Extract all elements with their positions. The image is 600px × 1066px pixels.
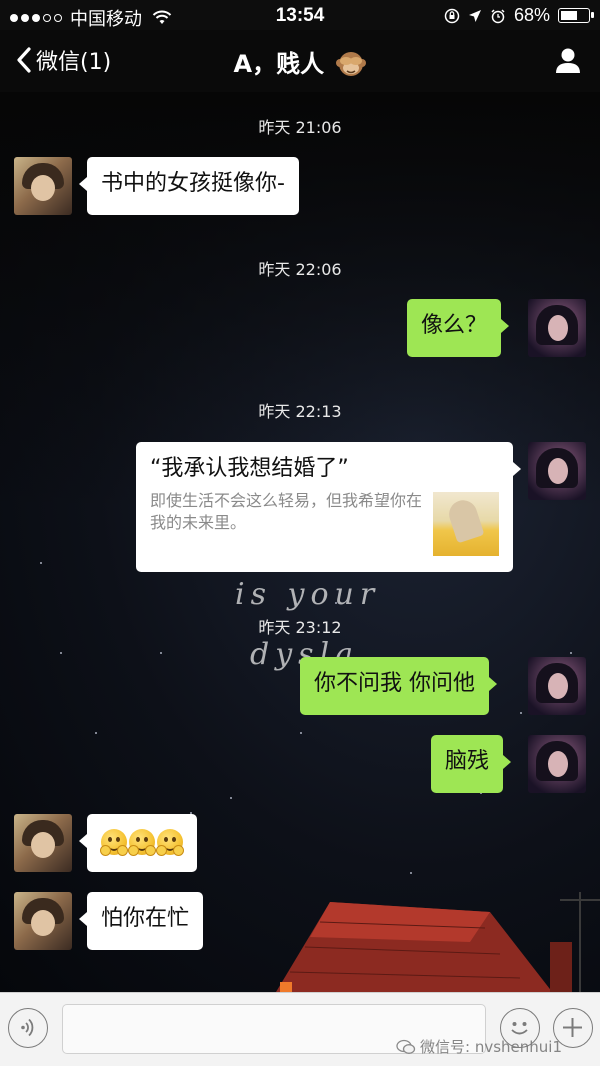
my-avatar[interactable] <box>528 657 586 715</box>
voice-icon <box>21 1018 34 1037</box>
alarm-icon <box>491 8 505 23</box>
hugging-face-emoji-icon <box>156 829 184 856</box>
message-timestamp: 昨天 22:13 <box>258 402 342 421</box>
contact-avatar[interactable] <box>14 814 72 872</box>
nav-bar: 微信(1) A，贱人 <box>0 30 600 92</box>
article-thumbnail <box>433 492 499 556</box>
chat-messages[interactable]: is your dysla 昨天 21:06 书中的女孩挺像你- 昨天 22:0… <box>0 92 600 992</box>
person-icon <box>556 48 580 73</box>
sent-message-bubble[interactable]: 脑残 <box>431 735 512 793</box>
status-bar: 中国移动 13:54 68% <box>0 0 600 30</box>
location-icon <box>468 9 481 22</box>
chat-title-text: A，贱人 <box>233 50 325 78</box>
status-right: 68% <box>444 5 594 26</box>
background-handwriting-1: is your <box>235 577 381 612</box>
contact-profile-button[interactable] <box>554 46 582 78</box>
received-message-bubble[interactable]: 怕你在忙 <box>78 892 204 950</box>
battery-percent: 68% <box>513 5 550 25</box>
sent-message-bubble[interactable]: 像么？ <box>407 299 510 357</box>
contact-avatar[interactable] <box>14 892 72 950</box>
see-no-evil-monkey-icon <box>336 50 367 78</box>
background-house <box>276 892 600 992</box>
my-avatar[interactable] <box>528 442 586 500</box>
shared-article-card[interactable]: “我承认我想结婚了” 即使生活不会这么轻易，但我希望你在我的未来里。 <box>136 442 521 572</box>
rotation-lock-icon <box>444 8 460 23</box>
article-description: 即使生活不会这么轻易，但我希望你在我的未来里。 <box>150 491 423 532</box>
my-avatar[interactable] <box>528 299 586 357</box>
chat-title: A，贱人 <box>0 44 600 79</box>
message-timestamp: 昨天 23:12 <box>258 618 342 637</box>
hugging-face-emoji-icon <box>100 829 128 856</box>
wechat-logo-icon <box>396 1039 416 1054</box>
message-timestamp: 昨天 22:06 <box>258 260 342 279</box>
my-avatar[interactable] <box>528 735 586 793</box>
sent-message-bubble[interactable]: 你不问我 你问他 <box>300 657 497 715</box>
hugging-face-emoji-icon <box>128 829 156 856</box>
voice-input-button[interactable] <box>8 1008 48 1048</box>
message-timestamp: 昨天 21:06 <box>258 118 342 137</box>
watermark-text: 微信号: nvshenhui1 <box>420 1038 562 1056</box>
article-title: “我承认我想结婚了” <box>150 456 349 481</box>
received-message-bubble[interactable]: 书中的女孩挺像你- <box>79 157 299 215</box>
contact-avatar[interactable] <box>14 157 72 215</box>
watermark: 微信号: nvshenhui1 <box>396 1036 562 1057</box>
battery-icon <box>558 8 594 23</box>
received-emoji-bubble[interactable] <box>79 814 197 872</box>
